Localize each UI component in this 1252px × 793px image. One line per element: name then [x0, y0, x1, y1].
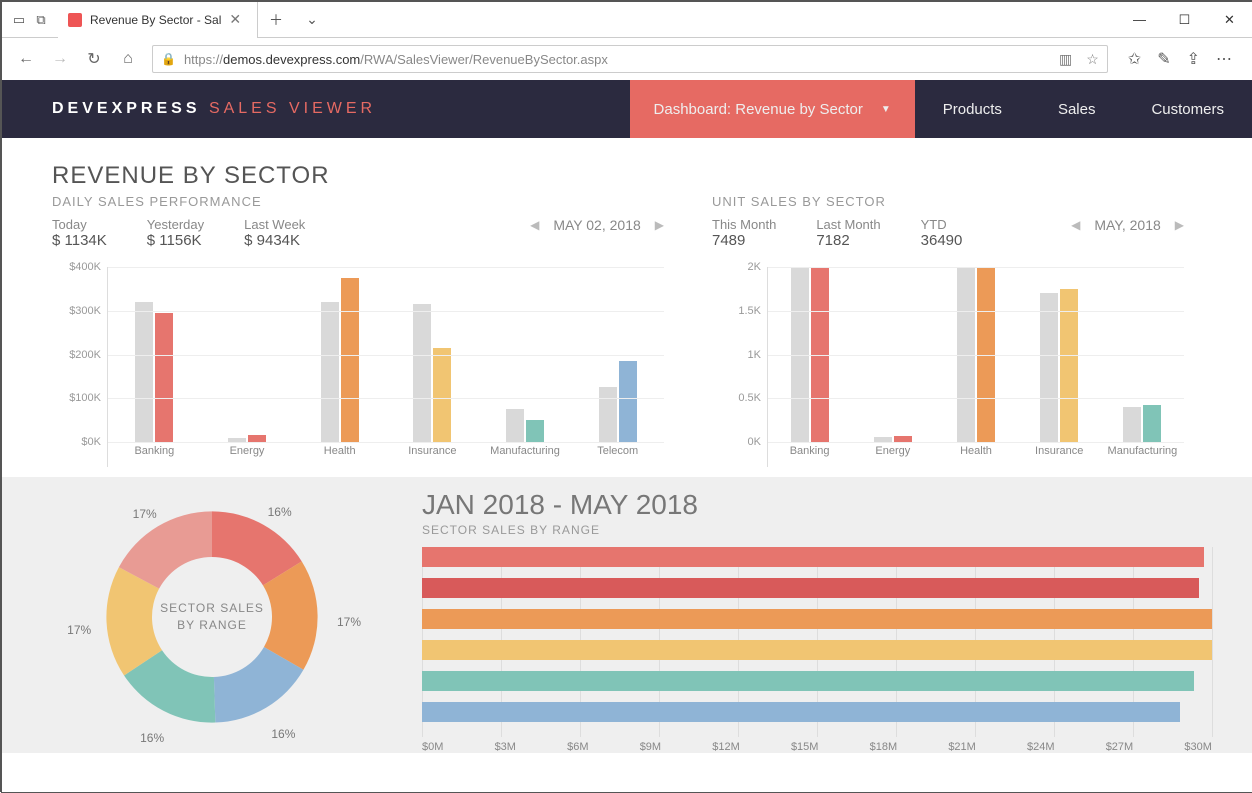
date-value: MAY 02, 2018 — [553, 217, 640, 233]
notes-icon[interactable]: ✎ — [1157, 49, 1170, 69]
nav-sales[interactable]: Sales — [1030, 80, 1124, 138]
home-button[interactable]: ⌂ — [118, 49, 138, 69]
nav-customers[interactable]: Customers — [1123, 80, 1252, 138]
prev-arrow-icon[interactable]: ◀ — [530, 218, 539, 232]
unit-panel: UNIT SALES BY SECTOR This Month7489 Last… — [682, 148, 1202, 477]
chevron-down-icon: ▼ — [881, 104, 891, 115]
forward-button[interactable]: → — [50, 49, 70, 69]
nav-dashboard[interactable]: Dashboard: Revenue by Sector▼ — [630, 80, 915, 138]
sys-icon[interactable]: ⧉ — [30, 9, 52, 31]
stat-value: 7182 — [816, 232, 880, 249]
favorites-icon[interactable]: ✩ — [1128, 49, 1141, 69]
unit-subtitle: UNIT SALES BY SECTOR — [712, 194, 1184, 209]
sys-icon[interactable]: ▭ — [8, 9, 30, 31]
app-nav: Dashboard: Revenue by Sector▼ Products S… — [630, 80, 1252, 138]
next-arrow-icon[interactable]: ▶ — [1175, 218, 1184, 232]
stat-value: $ 1134K — [52, 232, 107, 249]
page-title: REVENUE BY SECTOR — [52, 162, 664, 190]
month-picker[interactable]: ◀ MAY, 2018 ▶ — [1071, 217, 1184, 233]
daily-chart: $0K$100K$200K$300K$400K BankingEnergyHea… — [52, 267, 664, 467]
close-icon[interactable]: ✕ — [229, 11, 241, 28]
unit-chart: 0K0.5K1K1.5K2K BankingEnergyHealthInsura… — [712, 267, 1184, 467]
url-field[interactable]: 🔒 https://demos.devexpress.com/RWA/Sales… — [152, 45, 1108, 73]
stat-label: YTD — [921, 217, 963, 232]
stat-label: This Month — [712, 217, 776, 232]
stat-label: Today — [52, 217, 107, 232]
app-header: DEVEXPRESS SALES VIEWER Dashboard: Reven… — [2, 80, 1252, 138]
minimize-button[interactable]: — — [1117, 2, 1162, 38]
tab-chevron-icon[interactable]: ⌄ — [294, 11, 330, 28]
donut-center-label: SECTOR SALES BY RANGE — [92, 497, 332, 737]
lock-icon: 🔒 — [161, 52, 176, 66]
prev-arrow-icon[interactable]: ◀ — [1071, 218, 1080, 232]
daily-subtitle: DAILY SALES PERFORMANCE — [52, 194, 664, 209]
browser-tab[interactable]: Revenue By Sector - Sal ✕ — [58, 2, 258, 38]
address-bar: ← → ↻ ⌂ 🔒 https://demos.devexpress.com/R… — [2, 38, 1252, 80]
nav-products[interactable]: Products — [915, 80, 1030, 138]
favorite-icon[interactable]: ☆ — [1086, 51, 1099, 68]
date-picker[interactable]: ◀ MAY 02, 2018 ▶ — [530, 217, 664, 233]
range-title: JAN 2018 - MAY 2018 — [422, 489, 1212, 521]
stat-value: $ 1156K — [147, 232, 204, 249]
stat-label: Last Month — [816, 217, 880, 232]
back-button[interactable]: ← — [16, 49, 36, 69]
next-arrow-icon[interactable]: ▶ — [655, 218, 664, 232]
refresh-button[interactable]: ↻ — [84, 49, 104, 69]
stat-value: 7489 — [712, 232, 776, 249]
donut-panel: SECTOR SALES BY RANGE 16%17%16%16%17%17% — [2, 489, 422, 753]
favicon — [68, 13, 82, 27]
maximize-button[interactable]: ☐ — [1162, 2, 1207, 38]
tab-title: Revenue By Sector - Sal — [90, 13, 221, 27]
url-text: https://demos.devexpress.com/RWA/SalesVi… — [184, 52, 1045, 67]
close-window-button[interactable]: ✕ — [1207, 2, 1252, 38]
content: REVENUE BY SECTOR DAILY SALES PERFORMANC… — [2, 138, 1252, 753]
donut-chart: SECTOR SALES BY RANGE — [92, 497, 332, 737]
brand: DEVEXPRESS SALES VIEWER — [2, 100, 426, 118]
month-value: MAY, 2018 — [1094, 217, 1160, 233]
share-icon[interactable]: ⇪ — [1187, 49, 1200, 69]
reader-icon[interactable]: ▥ — [1059, 51, 1072, 68]
range-subtitle: SECTOR SALES BY RANGE — [422, 523, 1212, 537]
stat-value: 36490 — [921, 232, 963, 249]
stat-label: Yesterday — [147, 217, 204, 232]
stat-label: Last Week — [244, 217, 305, 232]
range-panel: JAN 2018 - MAY 2018 SECTOR SALES BY RANG… — [422, 489, 1252, 753]
tab-bar: ▭ ⧉ Revenue By Sector - Sal ✕ ＋ ⌄ — ☐ ✕ — [2, 2, 1252, 38]
browser-chrome: ▭ ⧉ Revenue By Sector - Sal ✕ ＋ ⌄ — ☐ ✕ … — [2, 2, 1252, 80]
new-tab-button[interactable]: ＋ — [258, 10, 294, 30]
stat-value: $ 9434K — [244, 232, 305, 249]
daily-panel: REVENUE BY SECTOR DAILY SALES PERFORMANC… — [2, 148, 682, 477]
range-chart — [422, 547, 1212, 737]
menu-icon[interactable]: ⋯ — [1216, 49, 1232, 69]
